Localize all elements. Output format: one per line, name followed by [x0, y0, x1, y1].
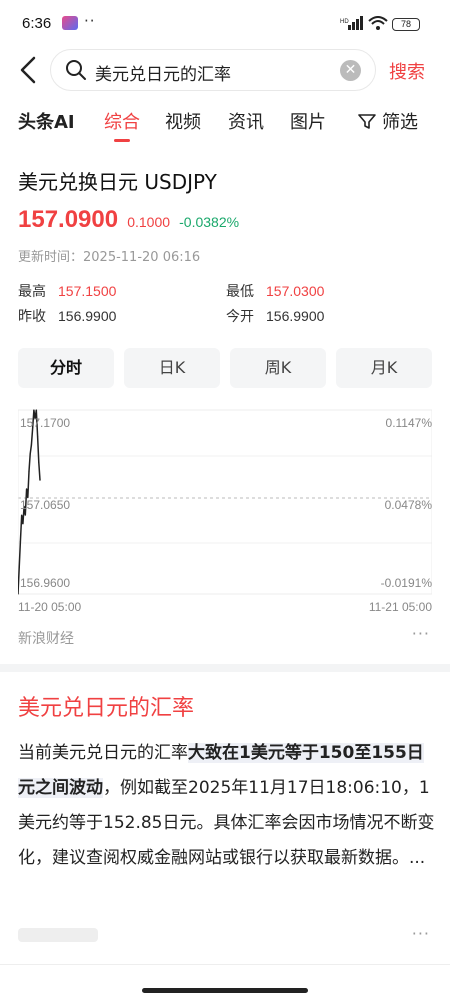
bottom-separator	[0, 964, 450, 965]
article-more-icon[interactable]: ···	[412, 924, 430, 943]
price-change-percent: -0.0382%	[179, 214, 240, 230]
chart-point	[28, 470, 30, 472]
chart-point	[30, 444, 32, 446]
search-tabs: 头条AI 综合 视频 资讯 图片 筛选	[0, 104, 450, 144]
chart-svg	[18, 409, 432, 595]
stat-open-value: 156.9900	[266, 308, 325, 324]
period-tabs: 分时 日K 周K 月K	[18, 348, 432, 388]
article-title[interactable]: 美元兑日元的汇率	[18, 690, 194, 722]
pct-tick-top: 0.1147%	[385, 416, 432, 430]
chart-point	[26, 488, 28, 490]
y-tick-mid: 157.0650	[20, 498, 71, 512]
home-indicator[interactable]	[142, 988, 308, 993]
filter-icon	[358, 114, 376, 129]
tab-news[interactable]: 资讯	[228, 108, 264, 134]
stat-high-value: 157.1500	[58, 283, 117, 299]
article-source-placeholder	[18, 928, 98, 942]
search-button[interactable]: 搜索	[389, 58, 425, 84]
status-dots: ··	[84, 12, 96, 30]
stat-prev-close-label: 昨收	[18, 309, 46, 325]
current-price: 157.0900	[18, 206, 119, 233]
signal-icon: HD	[340, 16, 363, 30]
y-tick-top: 157.1700	[20, 416, 71, 430]
chart-point	[22, 523, 24, 525]
tab-video[interactable]: 视频	[165, 108, 201, 134]
search-input[interactable]: 美元兑日元的汇率 ✕	[50, 49, 376, 91]
quote-title: 美元兑换日元 USDJPY	[18, 170, 217, 194]
stat-high: 最高 157.1500	[18, 281, 116, 301]
intraday-chart[interactable]: 157.1700 157.0650 156.9600 0.1147% 0.047…	[18, 408, 432, 618]
tab-filter-label: 筛选	[382, 112, 418, 133]
stat-low-label: 最低	[226, 284, 254, 300]
period-tab-daily[interactable]: 日K	[124, 348, 220, 388]
article-text-pre: 当前美元兑日元的汇率	[18, 743, 188, 763]
period-tab-intraday[interactable]: 分时	[18, 348, 114, 388]
stat-prev-close: 昨收 156.9900	[18, 306, 116, 326]
back-arrow-icon[interactable]	[16, 54, 40, 86]
tab-toutiao-ai[interactable]: 头条AI	[18, 108, 75, 134]
update-time: 更新时间：2025-11-20 06:16	[18, 246, 200, 265]
search-query[interactable]: 美元兑日元的汇率	[95, 60, 231, 85]
chart-point	[37, 435, 39, 437]
period-tab-monthly[interactable]: 月K	[336, 348, 432, 388]
x-tick-end: 11-21 05:00	[368, 600, 432, 614]
stat-low-value: 157.0300	[266, 283, 325, 299]
article-summary[interactable]: 当前美元兑日元的汇率大致在1美元等于150至155日元之间波动，例如截至2025…	[18, 736, 436, 876]
stat-prev-close-value: 156.9900	[58, 308, 117, 324]
x-tick-start: 11-20 05:00	[18, 600, 82, 614]
chart-point	[39, 479, 41, 481]
app-notification-icon	[62, 16, 78, 30]
tab-images[interactable]: 图片	[290, 108, 326, 134]
search-header: 美元兑日元的汇率 ✕ 搜索	[0, 46, 450, 94]
battery-icon: 78	[392, 18, 420, 31]
tab-comprehensive[interactable]: 综合	[104, 108, 140, 142]
chart-point	[29, 453, 31, 455]
wifi-icon	[368, 16, 388, 30]
period-tab-weekly[interactable]: 周K	[230, 348, 326, 388]
price-row: 157.0900 0.1000 -0.0382%	[18, 206, 239, 234]
pct-tick-mid: 0.0478%	[384, 498, 432, 512]
chart-point	[38, 462, 40, 464]
update-time-value: 2025-11-20 06:16	[83, 250, 201, 265]
stat-high-label: 最高	[18, 284, 46, 300]
more-options-icon[interactable]: ···	[412, 624, 430, 643]
chart-point	[18, 567, 20, 569]
stat-open: 今开 156.9900	[226, 306, 324, 326]
tab-filter[interactable]: 筛选	[358, 108, 418, 134]
y-tick-bottom: 156.9600	[20, 576, 71, 590]
stat-low: 最低 157.0300	[226, 281, 324, 301]
update-time-label: 更新时间：	[18, 250, 84, 265]
pct-tick-bottom: -0.0191%	[380, 576, 432, 590]
chart-point	[24, 514, 26, 516]
price-change: 0.1000	[127, 214, 171, 230]
chart-source: 新浪财经	[18, 631, 74, 647]
chart-point	[33, 409, 35, 411]
status-time: 6:36	[22, 15, 52, 32]
chart-point	[19, 540, 21, 542]
search-icon	[66, 60, 86, 80]
section-divider	[0, 664, 450, 672]
signal-hd-label: HD	[340, 19, 349, 25]
status-bar: 6:36 ·· HD 78	[0, 0, 450, 46]
chart-point	[21, 514, 23, 516]
chart-point	[35, 409, 37, 411]
clear-icon[interactable]: ✕	[340, 60, 361, 81]
stat-open-label: 今开	[226, 309, 254, 325]
